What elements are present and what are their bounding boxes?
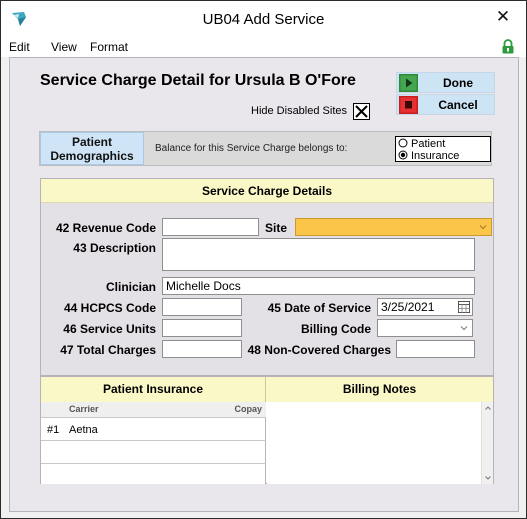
date-of-service-input[interactable]: 3/25/2021 [377, 298, 473, 316]
cancel-label: Cancel [438, 98, 478, 112]
radio-unchecked-icon [398, 138, 408, 148]
table-row[interactable]: #1 Aetna [41, 419, 266, 441]
hcpcs-code-input[interactable] [162, 298, 242, 316]
billing-code-dropdown[interactable] [377, 319, 473, 337]
clinician-input[interactable]: Michelle Docs [162, 277, 475, 295]
description-label: 43 Description [73, 241, 156, 255]
billing-notes-title: Billing Notes [266, 377, 493, 402]
hcpcs-code-label: 44 HCPCS Code [63, 301, 156, 315]
service-units-input[interactable] [162, 319, 242, 337]
ub04-add-service-window: UB04 Add Service ✕ Edit View Format Serv… [0, 0, 527, 519]
date-of-service-value: 3/25/2021 [381, 300, 435, 314]
hide-disabled-sites-label: Hide Disabled Sites [251, 105, 347, 117]
insurance-table: Carrier Copay #1 Aetna [41, 402, 266, 484]
column-carrier: Carrier [69, 404, 99, 414]
menu-bar: Edit View Format [1, 35, 526, 57]
tab-label-line1: Patient [71, 135, 112, 149]
total-charges-label: 47 Total Charges [60, 343, 156, 357]
menu-view[interactable]: View [51, 40, 77, 54]
menu-edit[interactable]: Edit [9, 40, 30, 54]
stop-icon [399, 96, 418, 114]
balance-radio-group: Patient Insurance [395, 136, 491, 162]
close-button[interactable]: ✕ [487, 5, 519, 29]
notes-scrollbar[interactable] [481, 402, 493, 484]
play-icon [399, 74, 418, 92]
radio-insurance[interactable]: Insurance [398, 150, 459, 162]
table-row-empty[interactable] [41, 442, 266, 464]
service-units-label: 46 Service Units [63, 322, 156, 336]
row-carrier: Aetna [69, 424, 98, 436]
balance-label: Balance for this Service Charge belongs … [155, 143, 348, 154]
date-of-service-label: 45 Date of Service [267, 301, 371, 315]
title-bar: UB04 Add Service ✕ [1, 1, 526, 35]
site-label: Site [264, 221, 287, 235]
insurance-table-header: Carrier Copay [41, 402, 266, 418]
non-covered-charges-label: 48 Non-Covered Charges [247, 343, 391, 357]
window-title: UB04 Add Service [202, 11, 325, 28]
radio-patient-label: Patient [411, 138, 446, 150]
clinician-label: Clinician [105, 280, 156, 294]
chevron-down-icon [479, 225, 487, 230]
revenue-code-label: 42 Revenue Code [55, 221, 156, 235]
billing-code-label: Billing Code [301, 322, 371, 336]
content-panel: Service Charge Detail for Ursula B O'For… [9, 57, 519, 512]
billing-notes-textarea[interactable] [267, 402, 493, 484]
done-label: Done [443, 76, 473, 90]
lock-icon [501, 39, 515, 54]
radio-checked-icon [398, 150, 408, 160]
revenue-code-input[interactable] [162, 218, 259, 236]
radio-patient[interactable]: Patient [398, 138, 445, 150]
menu-format[interactable]: Format [90, 40, 128, 54]
column-copay: Copay [234, 404, 262, 414]
non-covered-charges-input[interactable] [396, 340, 475, 358]
checkbox-x-icon [355, 105, 368, 118]
done-button[interactable]: Done [396, 72, 495, 93]
chevron-down-icon [460, 326, 468, 331]
cancel-button[interactable]: Cancel [396, 94, 495, 115]
section-title: Service Charge Details [41, 179, 493, 203]
radio-insurance-label: Insurance [411, 150, 460, 162]
service-charge-details-section: Service Charge Details 42 Revenue Code S… [40, 178, 494, 376]
page-title: Service Charge Detail for Ursula B O'For… [40, 72, 356, 89]
patient-insurance-title: Patient Insurance [41, 377, 266, 402]
row-number: #1 [47, 424, 60, 436]
total-charges-input[interactable] [162, 340, 242, 358]
site-dropdown[interactable] [295, 218, 492, 236]
description-input[interactable] [162, 238, 475, 271]
scroll-down-icon[interactable] [482, 472, 494, 484]
scroll-up-icon[interactable] [482, 402, 494, 414]
tab-label-line2: Demographics [50, 149, 134, 163]
close-icon: ✕ [495, 7, 511, 26]
demographics-bar: Patient Demographics Balance for this Se… [39, 131, 492, 166]
calendar-icon[interactable] [458, 301, 470, 313]
insurance-notes-panel: Patient Insurance Billing Notes Carrier … [40, 376, 494, 484]
table-row-empty[interactable] [41, 465, 266, 487]
tab-patient-demographics[interactable]: Patient Demographics [40, 132, 144, 165]
hide-disabled-sites-checkbox[interactable] [353, 103, 370, 120]
